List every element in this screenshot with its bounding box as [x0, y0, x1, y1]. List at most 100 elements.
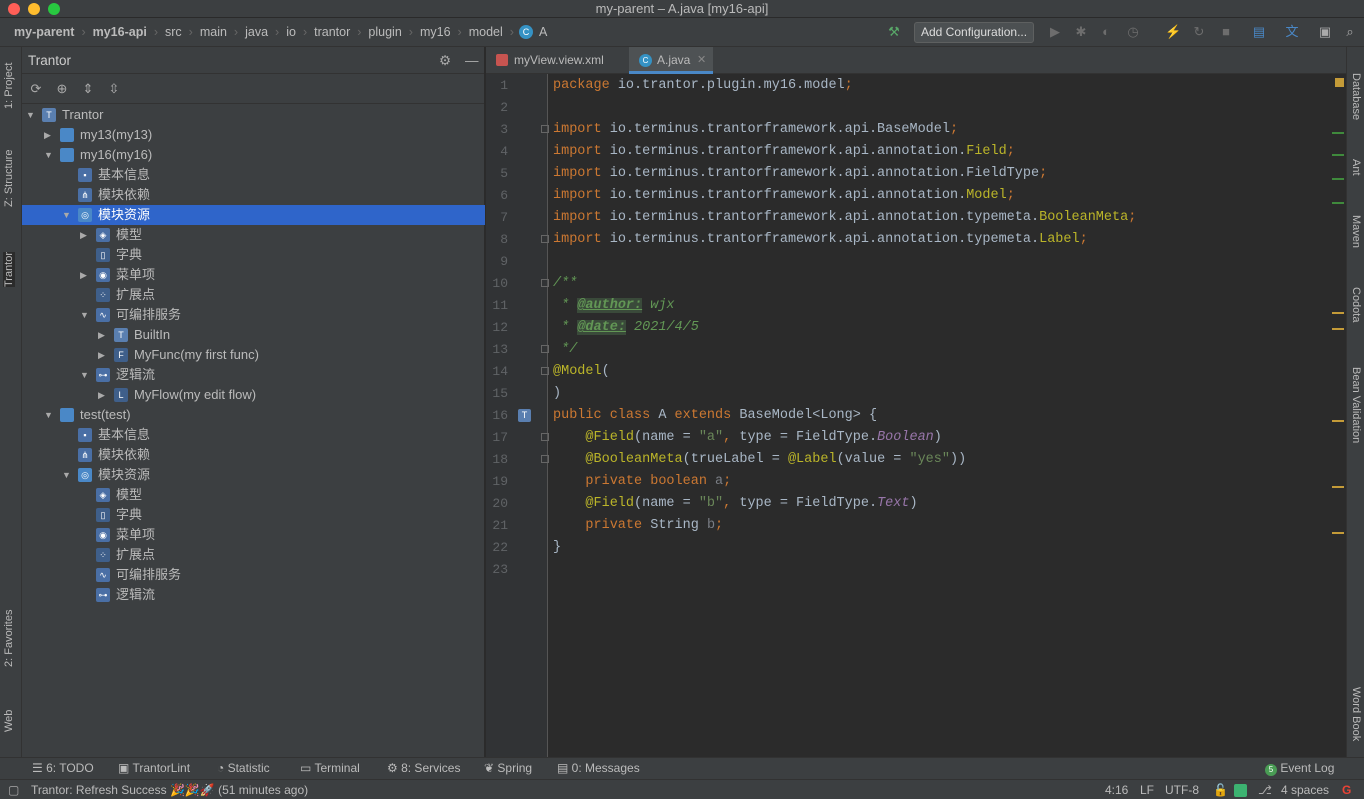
tool-tab-project[interactable]: 1: Project: [3, 63, 15, 109]
warning-marker[interactable]: [1332, 532, 1344, 534]
breadcrumb-item[interactable]: src: [163, 25, 184, 39]
tree-item[interactable]: ▪ 基本信息: [22, 165, 485, 185]
expand-arrow-right-icon[interactable]: ▶: [98, 325, 108, 345]
codota-icon[interactable]: [1234, 784, 1247, 797]
change-marker[interactable]: [1332, 178, 1344, 180]
tree-item[interactable]: ◉ 菜单项: [22, 525, 485, 545]
spring-tool[interactable]: ❦ Spring: [484, 761, 532, 775]
locate-icon[interactable]: ⊕: [54, 81, 70, 97]
tool-tab-web[interactable]: Web: [3, 710, 15, 732]
breadcrumb-item[interactable]: trantor: [312, 25, 352, 39]
fold-marker-icon[interactable]: [541, 235, 549, 243]
fold-marker-icon[interactable]: [541, 125, 549, 133]
trantor-model-gutter-icon[interactable]: T: [518, 409, 531, 422]
rerun-icon[interactable]: ↻: [1191, 24, 1207, 40]
change-marker[interactable]: [1332, 154, 1344, 156]
tree-item[interactable]: ▪ 基本信息: [22, 425, 485, 445]
fold-marker-icon[interactable]: [541, 345, 549, 353]
tree-item[interactable]: ⁘ 扩展点: [22, 545, 485, 565]
expand-arrow-down-icon[interactable]: ▼: [44, 145, 54, 165]
expand-all-icon[interactable]: ⇕: [80, 81, 96, 97]
expand-arrow-right-icon[interactable]: ▶: [80, 265, 90, 285]
tree-item[interactable]: ▼ my16(my16): [22, 145, 485, 165]
lock-icon[interactable]: 🔓: [1213, 783, 1228, 797]
fold-marker-icon[interactable]: [541, 433, 549, 441]
tree-item[interactable]: ▶ ◉ 菜单项: [22, 265, 485, 285]
stop-icon[interactable]: ■: [1218, 24, 1234, 40]
toggle-tool-windows-icon[interactable]: ▢: [8, 783, 19, 797]
tree-item[interactable]: ▯ 字典: [22, 245, 485, 265]
todo-tool[interactable]: ☰ 6: TODO: [32, 761, 94, 775]
minimize-window-button[interactable]: [28, 3, 40, 15]
search-icon[interactable]: ⌕: [1342, 24, 1358, 40]
warning-marker[interactable]: [1332, 328, 1344, 330]
warning-marker[interactable]: [1332, 486, 1344, 488]
expand-arrow-right-icon[interactable]: ▶: [80, 225, 90, 245]
tree-item[interactable]: ▼ ◎ 模块资源: [22, 465, 485, 485]
maximize-window-button[interactable]: [48, 3, 60, 15]
warning-marker[interactable]: [1332, 420, 1344, 422]
attach-icon[interactable]: ⚡: [1165, 24, 1181, 40]
hide-panel-icon[interactable]: —: [465, 47, 479, 74]
tool-tab-structure[interactable]: Z: Structure: [3, 150, 15, 207]
indent-setting[interactable]: 4 spaces: [1281, 783, 1329, 797]
tree-item[interactable]: ▼ T Trantor: [22, 105, 485, 125]
collapse-all-icon[interactable]: ⇳: [106, 81, 122, 97]
tree-item[interactable]: ▶ ◈ 模型: [22, 225, 485, 245]
tool-tab-database[interactable]: Database: [1350, 73, 1362, 120]
tree-item[interactable]: ▯ 字典: [22, 505, 485, 525]
expand-arrow-down-icon[interactable]: ▼: [80, 365, 90, 385]
tree-item[interactable]: ⊶ 逻辑流: [22, 585, 485, 605]
tool-tab-bean-validation[interactable]: Bean Validation: [1350, 367, 1362, 443]
expand-arrow-down-icon[interactable]: ▼: [62, 465, 72, 485]
services-tool[interactable]: ⚙ 8: Services: [387, 761, 460, 775]
tree-item[interactable]: ▼ ⊶ 逻辑流: [22, 365, 485, 385]
git-icon[interactable]: ⎇: [1258, 783, 1272, 797]
statistic-tool[interactable]: ◔ Statistic: [217, 761, 270, 775]
expand-arrow-right-icon[interactable]: ▶: [98, 345, 108, 365]
settings-gear-icon[interactable]: ⚙: [439, 47, 451, 74]
close-window-button[interactable]: [8, 3, 20, 15]
tree-item[interactable]: ▼ ∿ 可编排服务: [22, 305, 485, 325]
line-separator[interactable]: LF: [1140, 783, 1154, 797]
terminal-tool[interactable]: ▭ Terminal: [300, 761, 360, 775]
refresh-icon[interactable]: ⟳: [28, 81, 44, 97]
tree-item[interactable]: ⋔ 模块依赖: [22, 445, 485, 465]
breadcrumb-item[interactable]: A: [537, 25, 549, 39]
project-structure-icon[interactable]: ▤: [1251, 24, 1267, 40]
run-icon[interactable]: ▶: [1047, 24, 1063, 40]
tree-item[interactable]: ⋔ 模块依赖: [22, 185, 485, 205]
tool-tab-codota[interactable]: Codota: [1350, 287, 1362, 322]
add-configuration-button[interactable]: Add Configuration...: [914, 22, 1035, 43]
layout-icon[interactable]: ▣: [1317, 24, 1333, 40]
expand-arrow-down-icon[interactable]: ▼: [80, 305, 90, 325]
expand-arrow-down-icon[interactable]: ▼: [44, 405, 54, 425]
breadcrumb-item[interactable]: my-parent: [12, 25, 76, 39]
breadcrumb-item[interactable]: model: [467, 25, 505, 39]
expand-arrow-down-icon[interactable]: ▼: [62, 205, 72, 225]
profile-icon[interactable]: ◷: [1125, 24, 1141, 40]
google-icon[interactable]: G: [1342, 783, 1351, 797]
expand-arrow-right-icon[interactable]: ▶: [44, 125, 54, 145]
tree-item[interactable]: ▼ ◎ 模块资源: [22, 205, 485, 225]
warning-marker[interactable]: [1332, 312, 1344, 314]
debug-icon[interactable]: ✱: [1073, 24, 1089, 40]
coverage-icon[interactable]: ◐: [1098, 24, 1114, 40]
tree-item[interactable]: ▼ test(test): [22, 405, 485, 425]
tree-item[interactable]: ∿ 可编排服务: [22, 565, 485, 585]
fold-marker-icon[interactable]: [541, 279, 549, 287]
trantorlint-tool[interactable]: ▣ TrantorLint: [118, 761, 190, 775]
expand-arrow-right-icon[interactable]: ▶: [98, 385, 108, 405]
change-marker[interactable]: [1332, 132, 1344, 134]
tab-a-java[interactable]: C A.java ✕: [629, 47, 713, 74]
cursor-position[interactable]: 4:16: [1105, 783, 1128, 797]
event-log-tool[interactable]: 5 Event Log: [1265, 761, 1334, 776]
tree-item[interactable]: ▶ L MyFlow(my edit flow): [22, 385, 485, 405]
close-tab-icon[interactable]: ✕: [697, 47, 706, 74]
breadcrumb-item[interactable]: main: [198, 25, 229, 39]
tool-tab-favorites[interactable]: 2: Favorites: [3, 610, 15, 667]
warning-indicator-icon[interactable]: [1335, 78, 1344, 87]
tree-item[interactable]: ▶ my13(my13): [22, 125, 485, 145]
tool-tab-word-book[interactable]: Word Book: [1350, 687, 1362, 741]
breadcrumb-item[interactable]: plugin: [366, 25, 403, 39]
